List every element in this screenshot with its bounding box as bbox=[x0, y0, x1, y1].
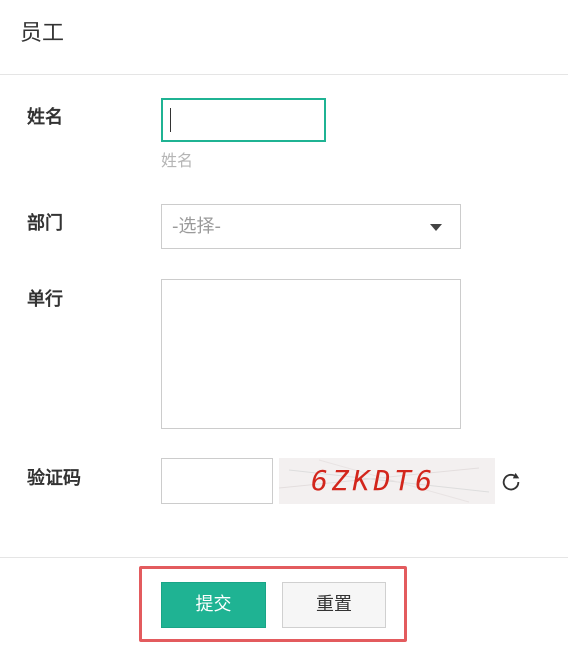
refresh-icon[interactable] bbox=[500, 471, 522, 493]
name-label: 姓名 bbox=[27, 107, 63, 128]
unit-label: 单行 bbox=[27, 289, 63, 310]
submit-button[interactable]: 提交 bbox=[161, 582, 266, 628]
unit-textarea[interactable] bbox=[161, 279, 461, 429]
page-title: 员工 bbox=[20, 21, 65, 46]
dropdown-arrow-icon[interactable] bbox=[430, 224, 442, 231]
captcha-text: 6ZKDT6 bbox=[311, 464, 437, 497]
department-label: 部门 bbox=[27, 213, 63, 234]
captcha-label: 验证码 bbox=[27, 468, 81, 489]
captcha-input[interactable] bbox=[161, 458, 273, 504]
reset-button[interactable]: 重置 bbox=[282, 582, 386, 628]
department-select-value: -选择- bbox=[172, 216, 221, 237]
captcha-image[interactable]: 6ZKDT6 bbox=[279, 458, 495, 504]
text-caret bbox=[170, 108, 171, 132]
header: 员工 bbox=[0, 0, 568, 75]
name-input[interactable] bbox=[161, 98, 326, 142]
name-hint: 姓名 bbox=[161, 151, 194, 170]
